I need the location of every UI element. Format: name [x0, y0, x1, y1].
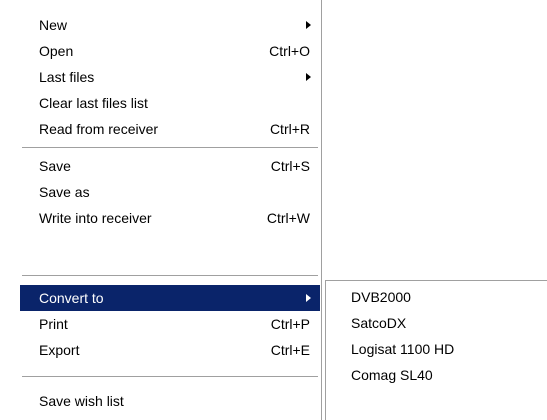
- submenu-item-satcodx[interactable]: SatcoDX: [326, 310, 546, 336]
- menu-item-last-files-label: Last files: [39, 69, 95, 85]
- menu-item-save-shortcut: Ctrl+S: [270, 158, 310, 174]
- menu-item-print-shortcut: Ctrl+P: [270, 316, 310, 332]
- menu-separator: [22, 275, 318, 277]
- submenu-item-comag-sl40[interactable]: Comag SL40: [326, 362, 546, 388]
- submenu-item-label: Logisat 1100 HD: [351, 341, 455, 357]
- menu-item-save-as[interactable]: Save as: [20, 179, 320, 205]
- menu-item-save-label: Save: [39, 158, 71, 174]
- submenu-item-label: DVB2000: [351, 289, 411, 305]
- menu-item-new-label: New: [39, 17, 68, 33]
- menu-item-export[interactable]: Export Ctrl+E: [20, 337, 320, 363]
- submenu-item-label: SatcoDX: [351, 315, 407, 331]
- menu-item-convert-to[interactable]: Convert to: [20, 285, 320, 311]
- menu-item-clear-last-files-label: Clear last files list: [39, 95, 148, 111]
- menu-item-save-as-label: Save as: [39, 184, 90, 200]
- submenu-item-logisat-1100-hd[interactable]: Logisat 1100 HD: [326, 336, 546, 362]
- menu-item-open-shortcut: Ctrl+O: [269, 43, 310, 59]
- menu-item-print[interactable]: Print Ctrl+P: [20, 311, 320, 337]
- menu-item-write-into-receiver-label: Write into receiver: [39, 210, 152, 226]
- submenu-item-label: Comag SL40: [351, 367, 433, 383]
- submenu-item-dvb2000[interactable]: DVB2000: [326, 284, 546, 310]
- menu-item-save[interactable]: Save Ctrl+S: [20, 153, 320, 179]
- menu-item-save-wish-list-label: Save wish list: [39, 393, 124, 409]
- chevron-right-icon: [306, 21, 311, 29]
- chevron-right-icon: [306, 73, 311, 81]
- menu-item-export-label: Export: [39, 342, 80, 358]
- menu-item-write-into-receiver[interactable]: Write into receiver Ctrl+W: [20, 205, 320, 231]
- menu-item-write-into-receiver-shortcut: Ctrl+W: [266, 210, 310, 226]
- menu-item-save-wish-list[interactable]: Save wish list: [20, 388, 320, 414]
- file-menu: New Open Ctrl+O Last files Clear last fi…: [0, 0, 322, 420]
- chevron-right-icon: [306, 294, 311, 302]
- menu-item-clear-last-files[interactable]: Clear last files list: [20, 90, 320, 116]
- menu-item-open-label: Open: [39, 43, 74, 59]
- menu-separator: [22, 147, 318, 149]
- menu-item-convert-to-label: Convert to: [39, 290, 104, 306]
- menu-item-read-from-receiver[interactable]: Read from receiver Ctrl+R: [20, 116, 320, 142]
- menu-separator: [22, 376, 318, 378]
- menu-item-print-label: Print: [39, 316, 68, 332]
- menu-item-new[interactable]: New: [20, 12, 320, 38]
- convert-to-submenu: DVB2000 SatcoDX Logisat 1100 HD Comag SL…: [325, 280, 547, 420]
- menu-item-export-shortcut: Ctrl+E: [270, 342, 310, 358]
- menu-item-read-from-receiver-shortcut: Ctrl+R: [269, 121, 310, 137]
- menu-item-open[interactable]: Open Ctrl+O: [20, 38, 320, 64]
- menu-item-last-files[interactable]: Last files: [20, 64, 320, 90]
- menu-item-read-from-receiver-label: Read from receiver: [39, 121, 159, 137]
